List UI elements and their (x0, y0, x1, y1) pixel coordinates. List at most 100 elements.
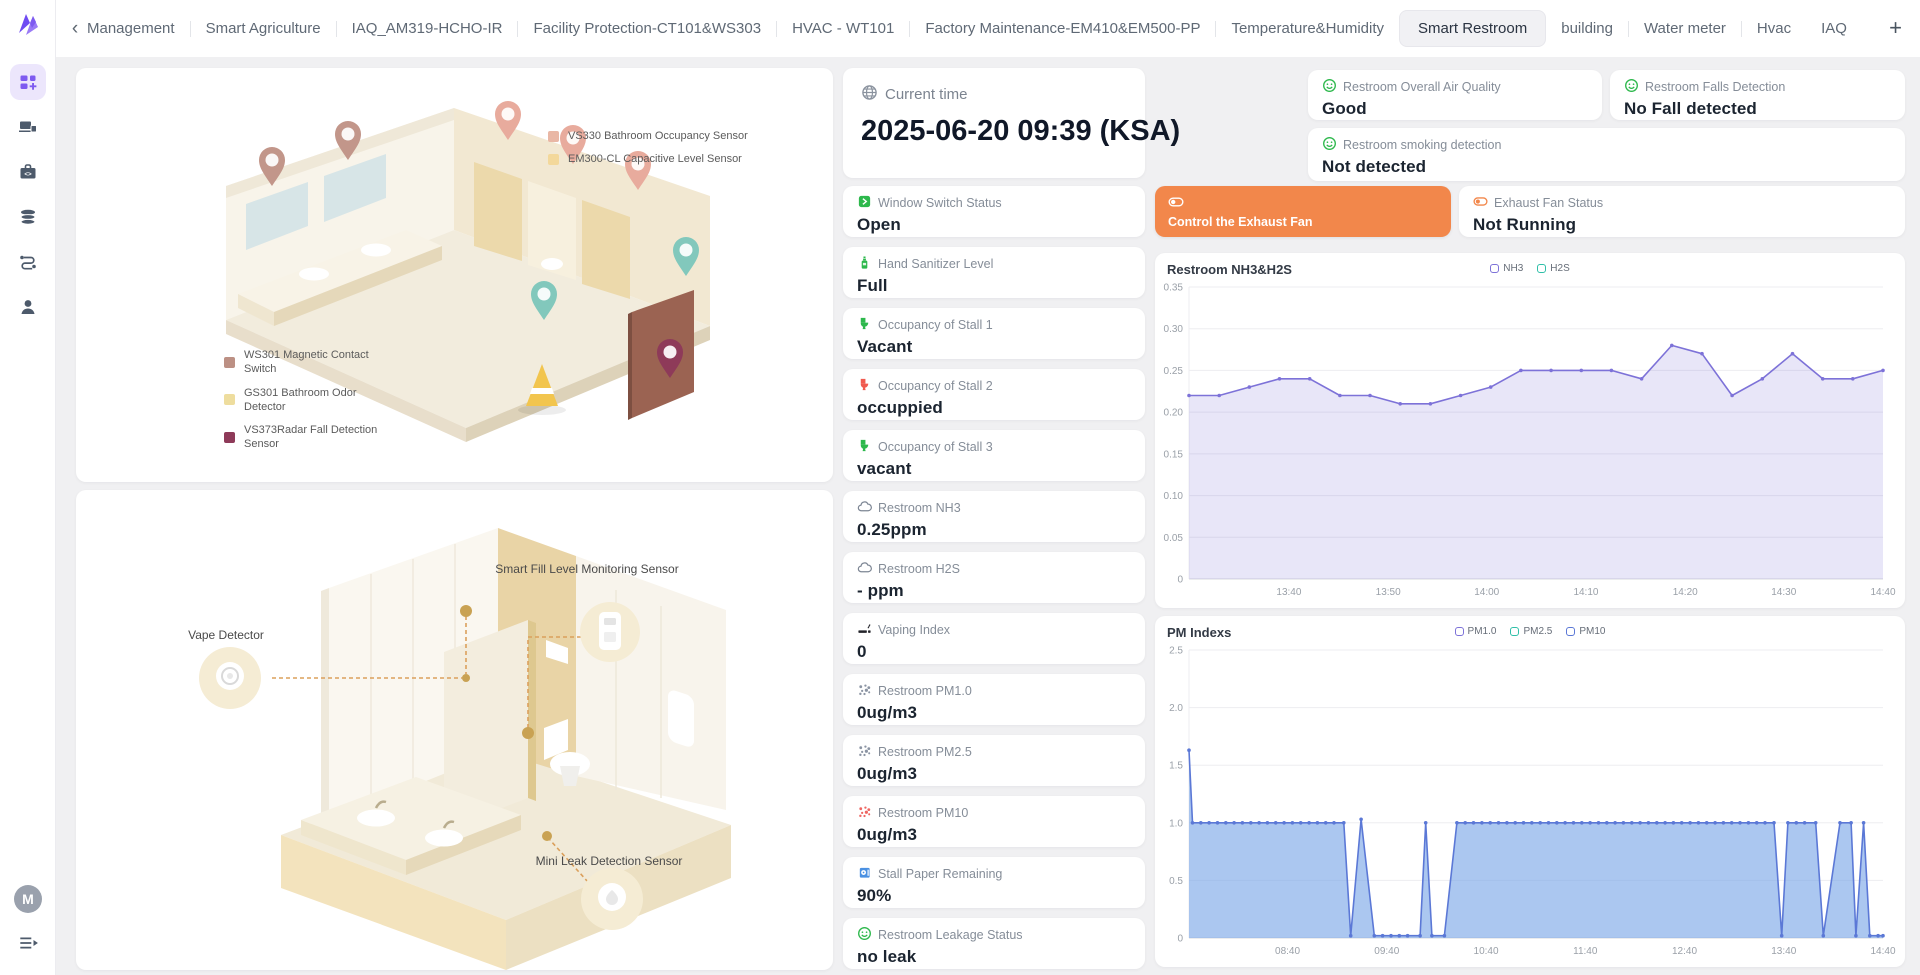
leak-sensor-callout (581, 868, 643, 930)
status-card-value: - ppm (857, 581, 1131, 601)
status-card: Occupancy of Stall 1Vacant (843, 308, 1145, 359)
svg-text:0: 0 (1177, 934, 1183, 945)
current-time-card: Current time 2025-06-20 09:39 (KSA) (843, 68, 1145, 178)
tab-iaq[interactable]: IAQ (1806, 11, 1862, 46)
toilet-icon (857, 316, 872, 334)
status-card: Occupancy of Stall 2occuppied (843, 369, 1145, 420)
alert-card-label: Restroom Overall Air Quality (1343, 80, 1501, 94)
svg-text:2.0: 2.0 (1169, 703, 1183, 714)
legend-item-pm1-0[interactable]: PM1.0 (1455, 626, 1497, 637)
overview-legend-item: VS330 Bathroom Occupancy Sensor (548, 130, 748, 142)
svg-text:13:40: 13:40 (1771, 946, 1796, 957)
legend-swatch (1566, 627, 1575, 636)
status-card: Restroom Leakage Statusno leak (843, 918, 1145, 969)
legend-item-nh3[interactable]: NH3 (1490, 263, 1523, 274)
smart-restroom-dashboard: ‹ ManagementSmart AgricultureIAQ_AM319-H… (0, 0, 1920, 975)
tab-factory-maintenance-em410-em500-pp[interactable]: Factory Maintenance-EM410&EM500-PP (910, 11, 1215, 46)
device-label: WS301 Magnetic Contact Switch (244, 348, 394, 377)
callout-label: Smart Fill Level Monitoring Sensor (495, 562, 678, 576)
legend-swatch (1510, 627, 1519, 636)
exhaust-fan-status-card: Exhaust Fan Status Not Running (1459, 186, 1905, 237)
fan-toggle-icon (1473, 194, 1488, 212)
status-card-value: Full (857, 276, 1131, 296)
svg-text:0.15: 0.15 (1164, 449, 1184, 460)
device-label: GS301 Bathroom Odor Detector (244, 386, 394, 415)
sidebar: <> M (0, 0, 56, 975)
tabs-scroll-left-icon[interactable]: ‹ (64, 18, 86, 40)
legend-item-pm2-5[interactable]: PM2.5 (1510, 626, 1552, 637)
collapse-sidebar-icon[interactable] (17, 932, 39, 954)
svg-text:11:40: 11:40 (1573, 946, 1598, 957)
exhaust-fan-status-label: Exhaust Fan Status (1494, 196, 1603, 210)
status-card-value: Open (857, 215, 1131, 235)
alert-card-label: Restroom Falls Detection (1645, 80, 1785, 94)
smiley-icon (1322, 78, 1337, 96)
tab-smart-agriculture[interactable]: Smart Agriculture (191, 11, 336, 46)
toilet-icon (857, 377, 872, 395)
device-label: VS373Radar Fall Detection Sensor (244, 423, 394, 452)
legend-swatch (224, 357, 235, 368)
status-card-label: Restroom H2S (878, 562, 960, 576)
status-card: Restroom PM2.5 0ug/m3 (843, 735, 1145, 786)
status-card-value: 0.25ppm (857, 520, 1131, 540)
status-card-label: Restroom PM2.5 (878, 745, 972, 759)
svg-text:14:20: 14:20 (1673, 587, 1698, 598)
tab-management[interactable]: Management (86, 11, 190, 46)
globe-icon (861, 84, 878, 105)
svg-text:0.25: 0.25 (1164, 366, 1184, 377)
status-card-label: Window Switch Status (878, 196, 1002, 210)
tab-water-meter[interactable]: Water meter (1629, 11, 1741, 46)
legend-label: PM2.5 (1523, 626, 1552, 637)
sidebar-dashboard-icon[interactable] (10, 64, 46, 100)
legend-item-h2s[interactable]: H2S (1537, 263, 1569, 274)
tab-strip: ManagementSmart AgricultureIAQ_AM319-HCH… (86, 10, 1879, 47)
sidebar-workflow-icon[interactable] (10, 244, 46, 280)
legend-swatch (224, 432, 235, 443)
svg-text:0.35: 0.35 (1164, 283, 1184, 294)
tab-hvac[interactable]: Hvac (1742, 11, 1806, 46)
device-label-item: GS301 Bathroom Odor Detector (224, 386, 414, 415)
status-card-label: Restroom Leakage Status (878, 928, 1023, 942)
legend-item-pm10[interactable]: PM10 (1566, 626, 1605, 637)
pm-icon (857, 804, 872, 822)
sidebar-database-icon[interactable] (10, 199, 46, 235)
exhaust-fan-status-value: Not Running (1473, 215, 1891, 235)
sidebar-solution-icon[interactable]: <> (10, 154, 46, 190)
svg-text:2.5: 2.5 (1169, 646, 1183, 657)
pm-index-chart: 00.51.01.52.02.508:4009:4010:4011:4012:4… (1159, 644, 1901, 965)
tab-hvac-wt101[interactable]: HVAC - WT101 (777, 11, 909, 46)
restroom-overview-panel: VS330 Bathroom Occupancy SensorEM300-CL … (76, 68, 833, 482)
pm-index-chart-panel: PM Indexs PM1.0PM2.5PM10 00.51.01.52.02.… (1155, 616, 1905, 967)
device-label-item: WS301 Magnetic Contact Switch (224, 348, 414, 377)
tab-iaq-am319-hcho-ir[interactable]: IAQ_AM319-HCHO-IR (337, 11, 518, 46)
status-card-value: 0ug/m3 (857, 764, 1131, 784)
sidebar-devices-icon[interactable] (10, 109, 46, 145)
current-time-value: 2025-06-20 09:39 (KSA) (861, 115, 1127, 148)
alert-card-value: Good (1322, 99, 1588, 119)
chart-legend: PM1.0 PM2.5 PM10 (1155, 626, 1905, 637)
avatar[interactable]: M (14, 885, 42, 913)
callout-label: Mini Leak Detection Sensor (536, 854, 683, 868)
legend-swatch (1455, 627, 1464, 636)
tab-smart-restroom[interactable]: Smart Restroom (1399, 10, 1546, 47)
toilet-icon (857, 438, 872, 456)
svg-text:14:30: 14:30 (1771, 587, 1796, 598)
sidebar-user-icon[interactable] (10, 289, 46, 325)
add-dashboard-button[interactable]: + (1879, 15, 1906, 43)
legend-swatch (548, 154, 559, 165)
tab-building[interactable]: building (1546, 11, 1628, 46)
tab-facility-protection-ct101-ws303[interactable]: Facility Protection-CT101&WS303 (518, 11, 776, 46)
legend-swatch (1537, 264, 1546, 273)
app-logo[interactable] (14, 10, 44, 40)
legend-label: PM1.0 (1468, 626, 1497, 637)
vape-icon (857, 621, 872, 639)
control-exhaust-fan-button[interactable]: Control the Exhaust Fan (1155, 186, 1451, 237)
nh3-h2s-chart: 00.050.100.150.200.250.300.3513:4013:501… (1159, 281, 1901, 606)
status-card: Stall Paper Remaining90% (843, 857, 1145, 908)
status-card-value: 90% (857, 886, 1131, 906)
control-exhaust-fan-label: Control the Exhaust Fan (1168, 215, 1438, 229)
status-card: Restroom H2S - ppm (843, 552, 1145, 603)
tab-temperature-humidity[interactable]: Temperature&Humidity (1216, 11, 1399, 46)
overview-device-labels: WS301 Magnetic Contact Switch GS301 Bathr… (224, 348, 414, 452)
fill-level-sensor-callout (580, 602, 640, 662)
